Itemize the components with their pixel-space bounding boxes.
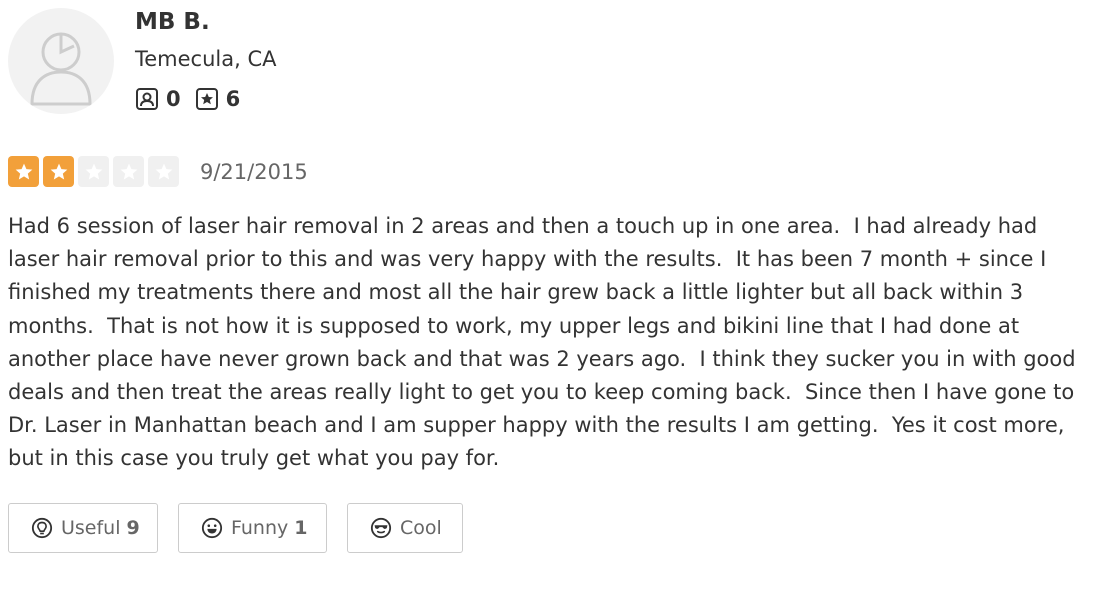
star-icon xyxy=(120,163,137,179)
review-date: 9/21/2015 xyxy=(200,160,308,184)
smile-icon xyxy=(201,517,223,539)
star-icon xyxy=(155,163,172,179)
star-4 xyxy=(113,156,144,187)
star-2 xyxy=(43,156,74,187)
star-5 xyxy=(148,156,179,187)
default-user-avatar-icon xyxy=(30,32,92,106)
sunglasses-icon xyxy=(370,517,392,539)
user-stats: 0 6 xyxy=(135,87,254,111)
funny-label: Funny xyxy=(231,517,289,539)
star-3 xyxy=(78,156,109,187)
user-avatar[interactable] xyxy=(8,8,114,114)
star-rating xyxy=(8,156,183,187)
review-text: Had 6 session of laser hair removal in 2… xyxy=(8,214,1083,471)
funny-count: 1 xyxy=(294,517,308,539)
funny-button[interactable]: Funny 1 xyxy=(178,503,327,553)
lightbulb-icon xyxy=(31,517,53,539)
reviews-count: 6 xyxy=(225,87,241,111)
star-icon xyxy=(15,163,32,179)
reviews-stat: 6 xyxy=(195,87,241,111)
useful-button[interactable]: Useful 9 xyxy=(8,503,158,553)
user-location: Temecula, CA xyxy=(135,47,277,71)
star-icon xyxy=(85,163,102,179)
useful-label: Useful xyxy=(61,517,121,539)
star-icon xyxy=(50,163,67,179)
friends-icon xyxy=(136,88,158,110)
review-star-icon xyxy=(195,88,218,110)
friends-stat: 0 xyxy=(135,87,181,111)
user-name[interactable]: MB B. xyxy=(135,9,210,35)
cool-label: Cool xyxy=(400,517,442,539)
friends-count: 0 xyxy=(166,87,181,111)
star-1 xyxy=(8,156,39,187)
useful-count: 9 xyxy=(126,517,140,539)
cool-button[interactable]: Cool xyxy=(347,503,463,553)
